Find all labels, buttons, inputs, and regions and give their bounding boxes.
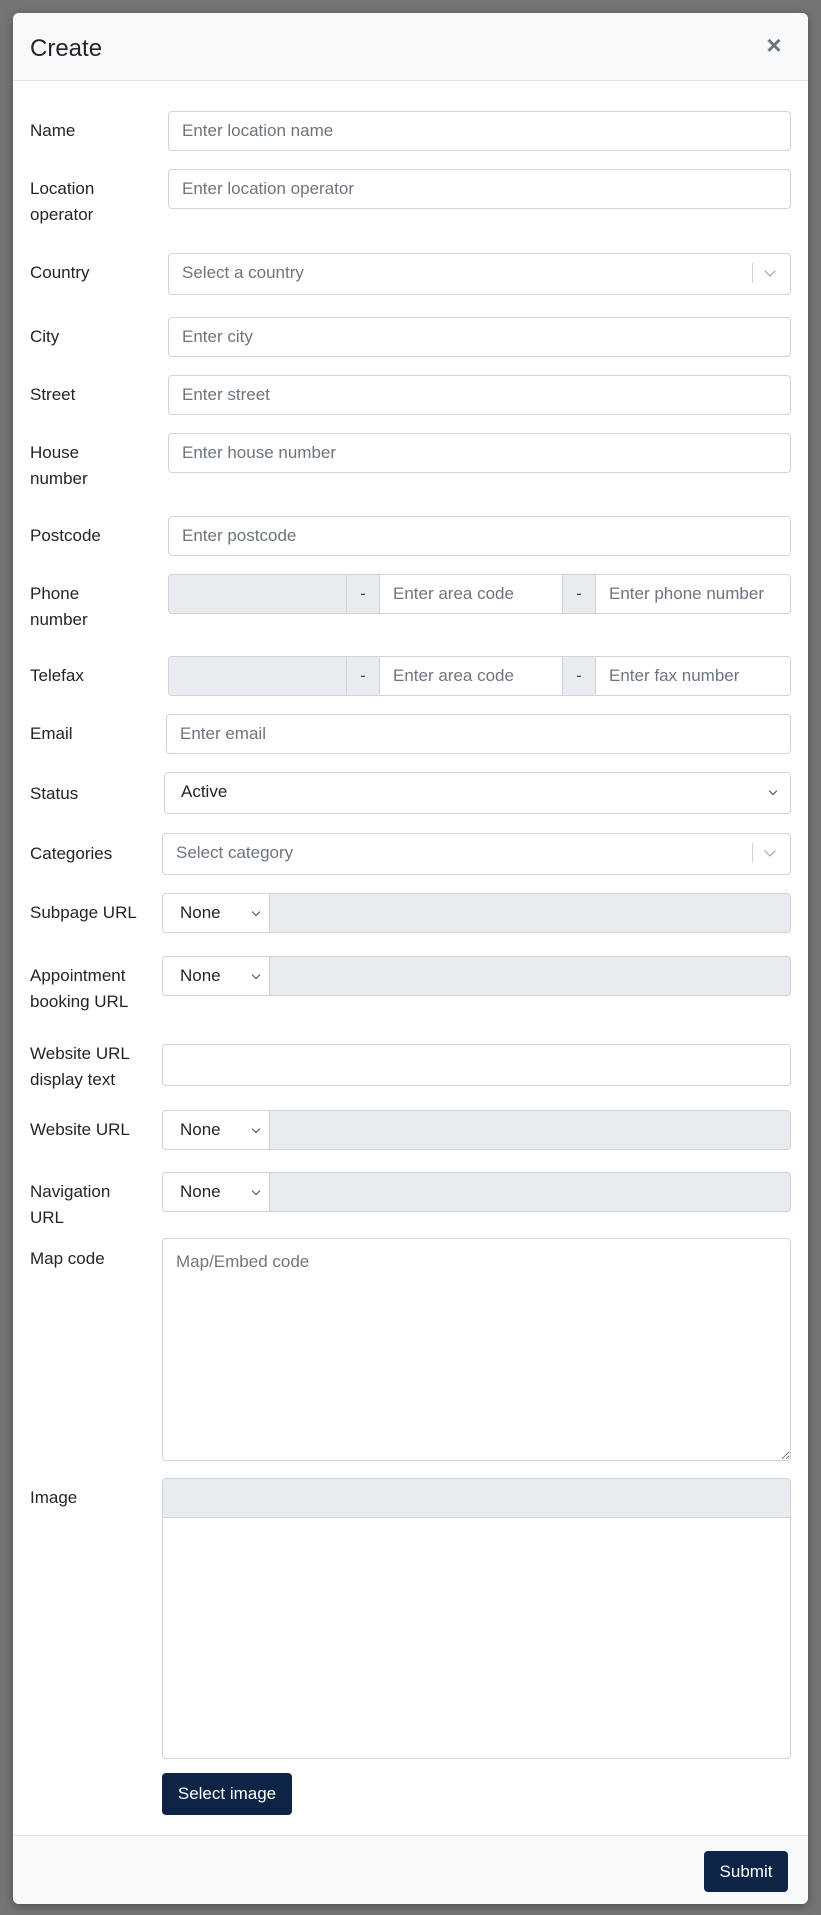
website-url-display-text-input[interactable] xyxy=(162,1044,791,1086)
fax-number-input[interactable] xyxy=(595,656,791,696)
phone-number-label: Phone number xyxy=(30,584,88,629)
categories-dropdown-toggle[interactable] xyxy=(752,834,790,872)
close-icon[interactable]: × xyxy=(760,31,788,59)
street-input[interactable] xyxy=(168,375,791,415)
dialog-header: Create × xyxy=(13,13,808,81)
status-value: Active xyxy=(181,782,228,801)
email-label: Email xyxy=(30,724,73,743)
phone-separator: - xyxy=(562,574,596,614)
telefax-label: Telefax xyxy=(30,666,84,685)
chevron-down-icon xyxy=(251,970,261,980)
fax-separator: - xyxy=(346,656,380,696)
name-input[interactable] xyxy=(168,111,791,151)
website-url-display-text-label: Website URL display text xyxy=(30,1044,130,1089)
chevron-down-icon xyxy=(251,907,261,917)
name-label: Name xyxy=(30,121,76,140)
dialog-footer: Submit xyxy=(13,1835,808,1904)
website-url-type-value: None xyxy=(180,1120,221,1139)
chevron-down-icon xyxy=(764,845,776,857)
country-select[interactable]: Select a country xyxy=(168,253,791,295)
subpage-url-input[interactable] xyxy=(269,893,791,933)
select-image-button[interactable]: Select image xyxy=(162,1773,292,1815)
house-number-input[interactable] xyxy=(168,433,791,473)
dialog-title: Create xyxy=(30,35,103,62)
subpage-url-type-value: None xyxy=(180,903,221,922)
create-dialog: Create × Name Location operator Country … xyxy=(13,13,808,1904)
navigation-url-type-select[interactable]: None xyxy=(162,1172,270,1212)
fax-area-code-input[interactable] xyxy=(379,656,563,696)
location-operator-input[interactable] xyxy=(168,169,791,209)
phone-number-input[interactable] xyxy=(595,574,791,614)
country-label: Country xyxy=(30,263,90,282)
house-number-label: House number xyxy=(30,443,88,488)
city-input[interactable] xyxy=(168,317,791,357)
postcode-input[interactable] xyxy=(168,516,791,556)
map-code-textarea[interactable] xyxy=(162,1238,791,1461)
email-field[interactable] xyxy=(166,714,791,754)
categories-placeholder: Select category xyxy=(176,843,294,862)
phone-separator: - xyxy=(346,574,380,614)
navigation-url-type-value: None xyxy=(180,1182,221,1201)
appointment-booking-url-label: Appointment booking URL xyxy=(30,966,129,1011)
submit-button[interactable]: Submit xyxy=(704,1851,788,1892)
website-url-input[interactable] xyxy=(269,1110,791,1150)
chevron-down-icon xyxy=(764,265,776,277)
appointment-url-input[interactable] xyxy=(269,956,791,996)
appointment-url-type-value: None xyxy=(180,966,221,985)
image-preview-header xyxy=(162,1478,791,1518)
subpage-url-type-select[interactable]: None xyxy=(162,893,270,933)
fax-separator: - xyxy=(562,656,596,696)
image-preview-area xyxy=(162,1517,791,1759)
dialog-body: Name Location operator Country Select a … xyxy=(13,81,808,1835)
navigation-url-label: Navigation URL xyxy=(30,1182,111,1227)
website-url-type-select[interactable]: None xyxy=(162,1110,270,1150)
navigation-url-input[interactable] xyxy=(269,1172,791,1212)
map-code-label: Map code xyxy=(30,1249,105,1268)
country-placeholder: Select a country xyxy=(182,263,304,282)
chevron-down-icon xyxy=(251,1124,261,1134)
website-url-label: Website URL xyxy=(30,1120,130,1139)
fax-country-code-field[interactable] xyxy=(168,656,347,696)
categories-label: Categories xyxy=(30,844,113,863)
location-operator-label: Location operator xyxy=(30,179,95,224)
subpage-url-label: Subpage URL xyxy=(30,903,137,922)
status-label: Status xyxy=(30,784,79,803)
chevron-down-icon xyxy=(251,1186,261,1196)
image-label: Image xyxy=(30,1488,78,1507)
city-label: City xyxy=(30,327,60,346)
appointment-url-type-select[interactable]: None xyxy=(162,956,270,996)
phone-area-code-input[interactable] xyxy=(379,574,563,614)
status-select[interactable]: Active xyxy=(164,772,791,814)
categories-select[interactable]: Select category xyxy=(162,833,791,875)
country-dropdown-toggle[interactable] xyxy=(752,254,790,292)
street-label: Street xyxy=(30,385,76,404)
chevron-down-icon xyxy=(768,786,778,796)
phone-country-code-field[interactable] xyxy=(168,574,347,614)
postcode-label: Postcode xyxy=(30,526,101,545)
